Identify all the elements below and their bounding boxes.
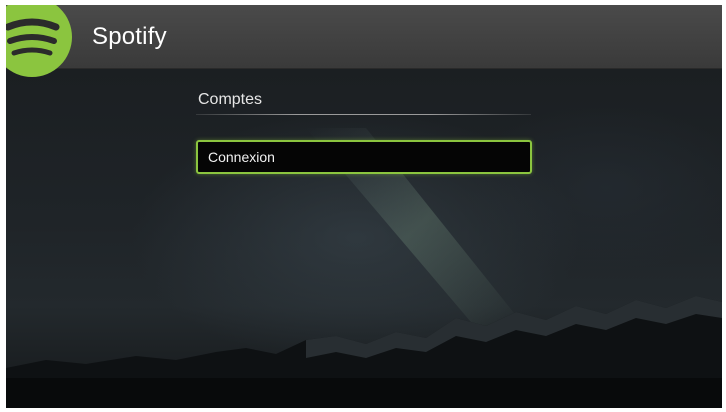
app-title: Spotify xyxy=(92,23,167,50)
menu-item-connexion[interactable]: Connexion xyxy=(196,140,532,174)
header-bar: Spotify xyxy=(6,5,722,77)
section-divider xyxy=(196,114,531,115)
mountain-landscape-image xyxy=(6,128,722,408)
background-night-sky xyxy=(6,68,722,408)
section-title: Comptes xyxy=(198,91,263,108)
menu-item-label: Connexion xyxy=(208,149,275,165)
tv-screen: Spotify Comptes Connexion xyxy=(6,5,722,408)
spotify-logo-icon xyxy=(6,5,72,77)
